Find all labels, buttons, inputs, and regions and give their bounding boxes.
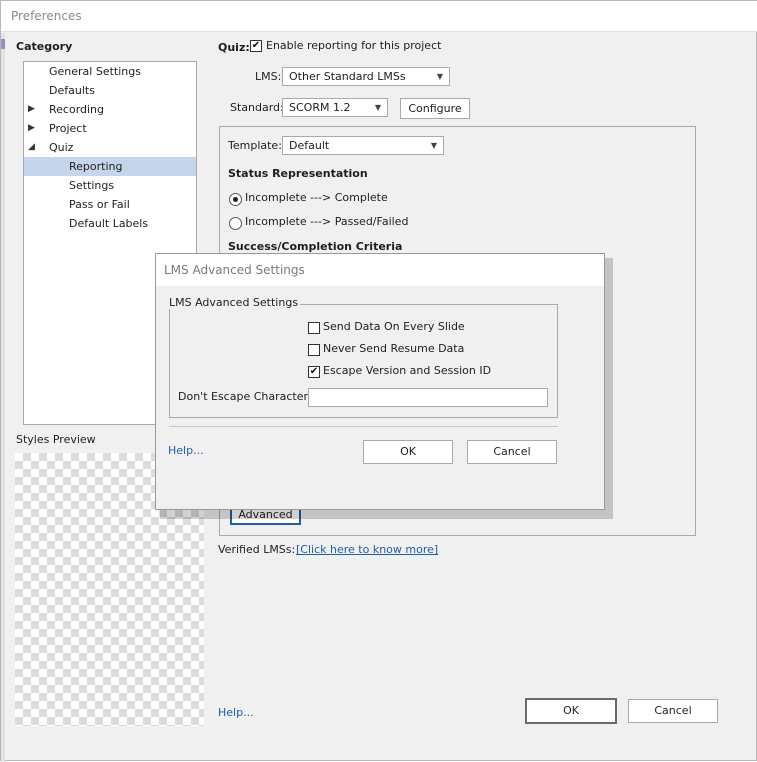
dialog-title: LMS Advanced Settings (164, 263, 305, 277)
send-data-label: Send Data On Every Slide (323, 320, 465, 333)
status-complete-radio[interactable] (229, 193, 242, 206)
status-representation-heading: Status Representation (228, 167, 368, 180)
dialog-help-link[interactable]: Help... (168, 444, 204, 457)
dialog-divider (169, 426, 558, 427)
status-complete-label: Incomplete ---> Complete (245, 191, 388, 204)
escape-version-checkbox[interactable]: ✔ (308, 366, 320, 378)
tree-item-recording[interactable]: ▶ Recording (24, 100, 196, 119)
ok-button[interactable]: OK (525, 698, 617, 724)
standard-label: Standard: (230, 101, 284, 114)
dialog-group-label: LMS Advanced Settings (167, 296, 301, 309)
tree-item-defaults[interactable]: Defaults (24, 81, 196, 100)
tree-item-label: Default Labels (69, 217, 149, 230)
tree-item-label: Defaults (49, 84, 95, 97)
tree-item-pass-or-fail[interactable]: Pass or Fail (24, 195, 196, 214)
verified-lms-label: Verified LMSs: (218, 543, 296, 556)
dialog-title-bar: LMS Advanced Settings (156, 254, 604, 286)
tree-item-default-labels[interactable]: Default Labels (24, 214, 196, 233)
tree-item-project[interactable]: ▶ Project (24, 119, 196, 138)
lms-value: Other Standard LMSs (289, 70, 406, 83)
never-send-resume-checkbox[interactable] (308, 344, 320, 356)
tree-item-reporting[interactable]: Reporting (24, 157, 196, 176)
escape-version-label: Escape Version and Session ID (323, 364, 492, 377)
template-dropdown[interactable]: Default ▼ (282, 136, 444, 155)
category-heading: Category (16, 40, 73, 53)
edge-accent (1, 39, 5, 49)
tree-item-label: Quiz (49, 141, 74, 154)
dialog-ok-button[interactable]: OK (363, 440, 453, 464)
cancel-button[interactable]: Cancel (628, 699, 718, 723)
help-link[interactable]: Help... (218, 706, 254, 719)
tree-item-quiz[interactable]: ◢ Quiz (24, 138, 196, 157)
never-send-resume-label: Never Send Resume Data (323, 342, 465, 355)
chevron-down-icon: ▼ (430, 141, 437, 150)
standard-dropdown[interactable]: SCORM 1.2 ▼ (282, 98, 388, 117)
tree-item-label: General Settings (49, 65, 141, 78)
verified-lms-link[interactable]: [Click here to know more] (296, 543, 438, 556)
tree-item-label: Project (49, 122, 87, 135)
radio-selected-dot (233, 197, 238, 202)
dont-escape-input[interactable] (308, 388, 548, 407)
tree-item-label: Reporting (69, 160, 123, 173)
window-edge (1, 33, 5, 762)
enable-reporting-checkbox[interactable]: ✔ (250, 40, 262, 52)
send-data-checkbox[interactable] (308, 322, 320, 334)
styles-preview-label: Styles Preview (16, 433, 96, 446)
tree-item-general-settings[interactable]: General Settings (24, 62, 196, 81)
dont-escape-label: Don't Escape Characters: (178, 390, 318, 403)
collapse-arrow-icon[interactable]: ◢ (28, 138, 35, 157)
tree-item-settings[interactable]: Settings (24, 176, 196, 195)
tree-item-label: Recording (49, 103, 105, 116)
expand-arrow-icon[interactable]: ▶ (28, 100, 35, 119)
status-passed-failed-label: Incomplete ---> Passed/Failed (245, 215, 409, 228)
template-label: Template: (228, 139, 282, 152)
lms-dropdown[interactable]: Other Standard LMSs ▼ (282, 67, 450, 86)
title-bar: Preferences (1, 1, 757, 32)
status-passed-failed-radio[interactable] (229, 217, 242, 230)
tree-item-label: Pass or Fail (69, 198, 130, 211)
dialog-cancel-button[interactable]: Cancel (467, 440, 557, 464)
chevron-down-icon: ▼ (436, 72, 443, 81)
quiz-label: Quiz: (218, 41, 250, 54)
template-value: Default (289, 139, 330, 152)
standard-value: SCORM 1.2 (289, 101, 351, 114)
tree-item-label: Settings (69, 179, 115, 192)
lms-advanced-settings-dialog: LMS Advanced Settings LMS Advanced Setti… (155, 253, 605, 510)
window-title: Preferences (11, 9, 82, 23)
success-completion-heading: Success/Completion Criteria (228, 240, 403, 253)
expand-arrow-icon[interactable]: ▶ (28, 119, 35, 138)
configure-button[interactable]: Configure (400, 98, 470, 119)
lms-label: LMS: (255, 70, 282, 83)
enable-reporting-label: Enable reporting for this project (266, 39, 442, 52)
chevron-down-icon: ▼ (374, 103, 381, 112)
